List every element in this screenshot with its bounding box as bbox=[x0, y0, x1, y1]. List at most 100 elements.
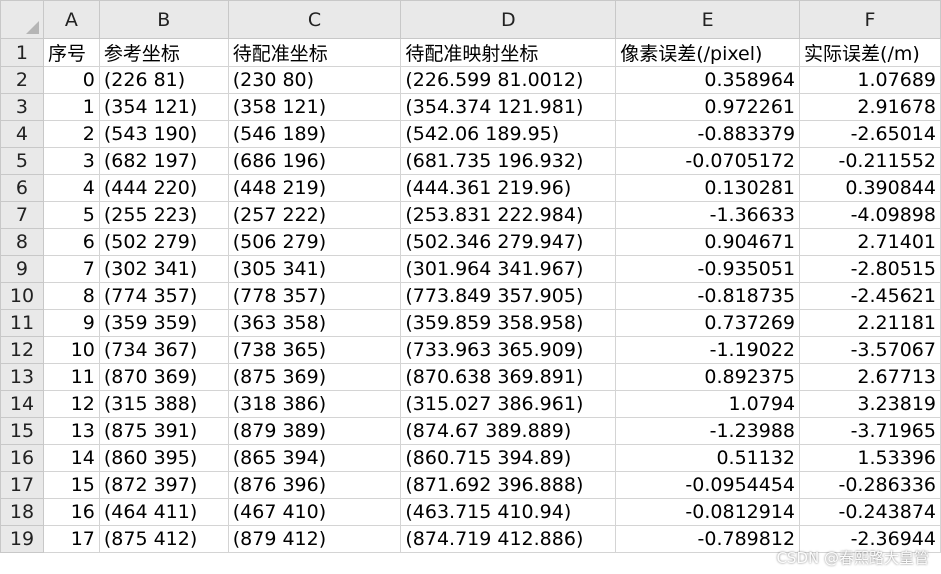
cell-actual-error[interactable]: 1.07689 bbox=[799, 66, 941, 94]
cell-reference-coord[interactable]: (354 121) bbox=[98, 93, 229, 121]
cell-pixel-error[interactable]: 0.892375 bbox=[615, 363, 801, 391]
cell-index[interactable]: 6 bbox=[42, 228, 100, 256]
cell-pixel-error[interactable]: -0.789812 bbox=[615, 525, 801, 553]
cell-mapped-coord[interactable]: (874.67 389.889) bbox=[400, 417, 617, 445]
cell-mapped-coord[interactable]: (733.963 365.909) bbox=[400, 336, 617, 364]
cell-target-coord[interactable]: (467 410) bbox=[227, 498, 402, 526]
cell-actual-error[interactable]: -0.243874 bbox=[799, 498, 941, 526]
cell-mapped-coord[interactable]: (874.719 412.886) bbox=[400, 525, 617, 553]
cell-pixel-error[interactable]: 0.51132 bbox=[615, 444, 801, 472]
cell-reference-coord[interactable]: (255 223) bbox=[98, 201, 229, 229]
cell-pixel-error[interactable]: 1.0794 bbox=[615, 390, 801, 418]
row-header[interactable]: 19 bbox=[0, 525, 44, 553]
cell-mapped-coord[interactable]: (860.715 394.89) bbox=[400, 444, 617, 472]
cell-index[interactable]: 8 bbox=[42, 282, 100, 310]
cell-reference-coord[interactable]: (302 341) bbox=[98, 255, 229, 283]
cell-target-coord[interactable]: (865 394) bbox=[227, 444, 402, 472]
cell-target-coord[interactable]: (738 365) bbox=[227, 336, 402, 364]
cell-index[interactable]: 12 bbox=[42, 390, 100, 418]
cell-target-coord[interactable]: (686 196) bbox=[227, 147, 402, 175]
cell-target-coord[interactable]: (876 396) bbox=[227, 471, 402, 499]
cell-target-coord[interactable]: (879 389) bbox=[227, 417, 402, 445]
row-header[interactable]: 12 bbox=[0, 336, 44, 364]
row-header[interactable]: 17 bbox=[0, 471, 44, 499]
cell-target-coord[interactable]: (363 358) bbox=[227, 309, 402, 337]
cell-actual-error[interactable]: -0.286336 bbox=[799, 471, 941, 499]
cell-reference-coord[interactable]: (502 279) bbox=[98, 228, 229, 256]
cell-index[interactable]: 11 bbox=[42, 363, 100, 391]
row-header[interactable]: 1 bbox=[0, 38, 44, 67]
row-header[interactable]: 6 bbox=[0, 174, 44, 202]
cell-index[interactable]: 0 bbox=[42, 66, 100, 94]
cell-actual-error[interactable]: -2.65014 bbox=[799, 120, 941, 148]
cell-actual-error[interactable]: 2.91678 bbox=[799, 93, 941, 121]
cell-reference-coord[interactable]: (774 357) bbox=[98, 282, 229, 310]
cell-reference-coord[interactable]: (464 411) bbox=[98, 498, 229, 526]
cell-reference-coord[interactable]: (872 397) bbox=[98, 471, 229, 499]
column-header-a[interactable]: A bbox=[42, 0, 100, 39]
cell-pixel-error[interactable]: 0.130281 bbox=[615, 174, 801, 202]
cell-mapped-coord[interactable]: (773.849 357.905) bbox=[400, 282, 617, 310]
cell-index[interactable]: 1 bbox=[42, 93, 100, 121]
cell-reference-coord[interactable]: (870 369) bbox=[98, 363, 229, 391]
cell-target-coord[interactable]: (879 412) bbox=[227, 525, 402, 553]
cell-target-coord[interactable]: (230 80) bbox=[227, 66, 402, 94]
cell-reference-coord[interactable]: (543 190) bbox=[98, 120, 229, 148]
cell-pixel-error[interactable]: -1.23988 bbox=[615, 417, 801, 445]
cell-pixel-error[interactable]: 0.904671 bbox=[615, 228, 801, 256]
cell-target-coord[interactable]: (305 341) bbox=[227, 255, 402, 283]
cell-actual-error[interactable]: -2.45621 bbox=[799, 282, 941, 310]
cell-mapped-coord[interactable]: (354.374 121.981) bbox=[400, 93, 617, 121]
cell-index[interactable]: 3 bbox=[42, 147, 100, 175]
cell-mapped-coord[interactable]: (301.964 341.967) bbox=[400, 255, 617, 283]
cell-mapped-coord[interactable]: (226.599 81.0012) bbox=[400, 66, 617, 94]
cell-index[interactable]: 7 bbox=[42, 255, 100, 283]
cell-actual-error[interactable]: -2.80515 bbox=[799, 255, 941, 283]
cell-header-mapped-coord[interactable]: 待配准映射坐标 bbox=[400, 38, 617, 67]
row-header[interactable]: 18 bbox=[0, 498, 44, 526]
cell-target-coord[interactable]: (448 219) bbox=[227, 174, 402, 202]
row-header[interactable]: 9 bbox=[0, 255, 44, 283]
cell-reference-coord[interactable]: (682 197) bbox=[98, 147, 229, 175]
row-header[interactable]: 5 bbox=[0, 147, 44, 175]
row-header[interactable]: 15 bbox=[0, 417, 44, 445]
cell-reference-coord[interactable]: (444 220) bbox=[98, 174, 229, 202]
cell-reference-coord[interactable]: (359 359) bbox=[98, 309, 229, 337]
column-header-b[interactable]: B bbox=[98, 0, 229, 39]
cell-header-actual-error[interactable]: 实际误差(/m) bbox=[799, 38, 941, 67]
cell-mapped-coord[interactable]: (681.735 196.932) bbox=[400, 147, 617, 175]
cell-pixel-error[interactable]: -0.0954454 bbox=[615, 471, 801, 499]
cell-pixel-error[interactable]: -0.0705172 bbox=[615, 147, 801, 175]
cell-index[interactable]: 17 bbox=[42, 525, 100, 553]
cell-pixel-error[interactable]: -0.935051 bbox=[615, 255, 801, 283]
cell-pixel-error[interactable]: -1.19022 bbox=[615, 336, 801, 364]
cell-target-coord[interactable]: (358 121) bbox=[227, 93, 402, 121]
cell-pixel-error[interactable]: -1.36633 bbox=[615, 201, 801, 229]
cell-index[interactable]: 2 bbox=[42, 120, 100, 148]
row-header[interactable]: 7 bbox=[0, 201, 44, 229]
row-header[interactable]: 16 bbox=[0, 444, 44, 472]
cell-actual-error[interactable]: 2.67713 bbox=[799, 363, 941, 391]
cell-actual-error[interactable]: 2.21181 bbox=[799, 309, 941, 337]
row-header[interactable]: 10 bbox=[0, 282, 44, 310]
cell-pixel-error[interactable]: -0.818735 bbox=[615, 282, 801, 310]
cell-header-target-coord[interactable]: 待配准坐标 bbox=[227, 38, 402, 67]
cell-mapped-coord[interactable]: (871.692 396.888) bbox=[400, 471, 617, 499]
cell-pixel-error[interactable]: -0.883379 bbox=[615, 120, 801, 148]
cell-reference-coord[interactable]: (315 388) bbox=[98, 390, 229, 418]
cell-index[interactable]: 13 bbox=[42, 417, 100, 445]
cell-target-coord[interactable]: (257 222) bbox=[227, 201, 402, 229]
cell-header-reference-coord[interactable]: 参考坐标 bbox=[98, 38, 229, 67]
row-header[interactable]: 8 bbox=[0, 228, 44, 256]
cell-mapped-coord[interactable]: (463.715 410.94) bbox=[400, 498, 617, 526]
cell-pixel-error[interactable]: -0.0812914 bbox=[615, 498, 801, 526]
cell-reference-coord[interactable]: (860 395) bbox=[98, 444, 229, 472]
cell-header-index[interactable]: 序号 bbox=[42, 38, 100, 67]
cell-index[interactable]: 14 bbox=[42, 444, 100, 472]
cell-target-coord[interactable]: (506 279) bbox=[227, 228, 402, 256]
column-header-e[interactable]: E bbox=[615, 0, 801, 39]
cell-header-pixel-error[interactable]: 像素误差(/pixel) bbox=[615, 38, 801, 67]
cell-reference-coord[interactable]: (875 391) bbox=[98, 417, 229, 445]
column-header-c[interactable]: C bbox=[227, 0, 402, 39]
cell-pixel-error[interactable]: 0.972261 bbox=[615, 93, 801, 121]
